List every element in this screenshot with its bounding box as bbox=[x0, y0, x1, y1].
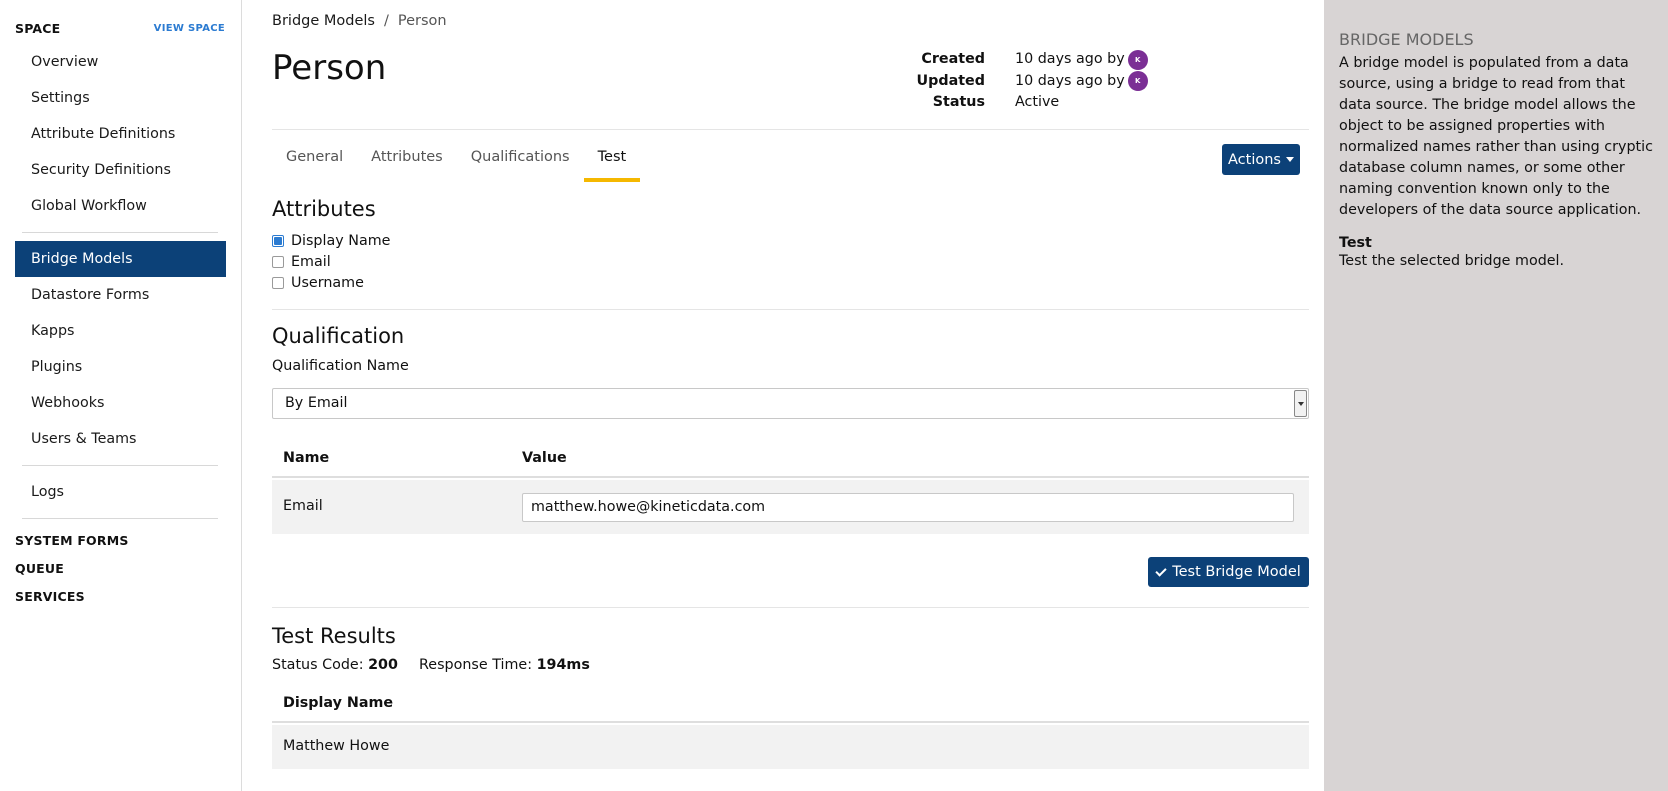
sidebar-section-system-forms[interactable]: SYSTEM FORMS bbox=[0, 527, 241, 555]
test-button-label: Test Bridge Model bbox=[1172, 564, 1301, 580]
sidebar-header: SPACE VIEW SPACE bbox=[0, 14, 241, 42]
sidebar: SPACE VIEW SPACE Overview Settings Attri… bbox=[0, 0, 242, 791]
attributes-heading: Attributes bbox=[272, 197, 376, 221]
checkbox[interactable] bbox=[272, 276, 284, 289]
attribute-option-email[interactable]: Email bbox=[272, 251, 390, 272]
help-title: Bridge Models bbox=[1339, 30, 1474, 49]
qualification-select-value: By Email bbox=[285, 395, 348, 411]
created-value: 10 days ago by K bbox=[1015, 49, 1148, 71]
qualification-name-label: Qualification Name bbox=[272, 358, 409, 374]
sidebar-divider bbox=[22, 518, 218, 519]
email-value-input[interactable]: matthew.howe@kineticdata.com bbox=[522, 493, 1294, 522]
avatar[interactable]: K bbox=[1127, 49, 1148, 70]
result-display-name: Matthew Howe bbox=[283, 738, 390, 754]
help-sub-title: Test bbox=[1339, 235, 1372, 251]
attribute-label: Email bbox=[291, 253, 331, 270]
breadcrumb-separator: / bbox=[383, 13, 389, 29]
status-code-value: 200 bbox=[368, 657, 398, 673]
help-sub-text: Test the selected bridge model. bbox=[1339, 253, 1565, 269]
attribute-option-display-name[interactable]: Display Name bbox=[272, 230, 390, 251]
parameter-name: Email bbox=[283, 498, 323, 514]
response-time-value: 194ms bbox=[536, 657, 590, 673]
test-bridge-model-button[interactable]: Test Bridge Model bbox=[1148, 557, 1309, 587]
tab-attributes[interactable]: Attributes bbox=[357, 140, 457, 182]
breadcrumb-parent-link[interactable]: Bridge Models bbox=[272, 13, 375, 29]
column-header-value: Value bbox=[522, 450, 567, 466]
tab-general[interactable]: General bbox=[272, 140, 357, 182]
sidebar-section-title: SPACE bbox=[15, 20, 61, 36]
check-icon bbox=[1155, 564, 1167, 577]
tab-bar: General Attributes Qualifications Test bbox=[272, 140, 641, 182]
test-results-heading: Test Results bbox=[272, 624, 396, 648]
table-row: Email matthew.howe@kineticdata.com bbox=[272, 480, 1309, 534]
sidebar-section-services[interactable]: SERVICES bbox=[0, 583, 241, 611]
sidebar-item-security-definitions[interactable]: Security Definitions bbox=[15, 152, 226, 188]
column-header-name: Name bbox=[283, 450, 330, 466]
updated-value: 10 days ago by K bbox=[1015, 71, 1148, 93]
sidebar-item-plugins[interactable]: Plugins bbox=[15, 349, 226, 385]
sidebar-item-bridge-models[interactable]: Bridge Models bbox=[15, 241, 226, 277]
qualification-select[interactable]: By Email bbox=[272, 388, 1309, 419]
avatar[interactable]: K bbox=[1127, 71, 1148, 92]
sidebar-item-settings[interactable]: Settings bbox=[15, 80, 226, 116]
help-description: A bridge model is populated from a data … bbox=[1339, 55, 1653, 218]
sidebar-divider bbox=[22, 232, 218, 233]
sidebar-item-datastore-forms[interactable]: Datastore Forms bbox=[15, 277, 226, 313]
checkbox[interactable] bbox=[272, 255, 284, 268]
breadcrumb: Bridge Models / Person bbox=[272, 13, 447, 29]
sidebar-item-logs[interactable]: Logs bbox=[15, 474, 226, 510]
status-label: Status bbox=[932, 94, 985, 110]
column-header-display-name: Display Name bbox=[283, 695, 394, 711]
attributes-checklist: Display Name Email Username bbox=[272, 230, 390, 293]
sidebar-item-global-workflow[interactable]: Global Workflow bbox=[15, 188, 226, 224]
created-label: Created bbox=[921, 51, 985, 67]
help-panel: Bridge Models A bridge model is populate… bbox=[1324, 0, 1668, 791]
sidebar-item-attribute-definitions[interactable]: Attribute Definitions bbox=[15, 116, 226, 152]
qualification-heading: Qualification bbox=[272, 324, 405, 348]
breadcrumb-current: Person bbox=[397, 13, 447, 29]
table-row: Matthew Howe bbox=[272, 725, 1309, 769]
divider bbox=[272, 129, 1309, 130]
divider bbox=[272, 309, 1309, 310]
sidebar-section-queue[interactable]: QUEUE bbox=[0, 555, 241, 583]
record-meta: Created 10 days ago by K Updated 10 days … bbox=[877, 49, 1148, 114]
sidebar-item-users-teams[interactable]: Users & Teams bbox=[15, 421, 226, 457]
dropdown-arrow-icon[interactable] bbox=[1294, 390, 1307, 417]
checkbox-checked[interactable] bbox=[272, 234, 284, 247]
actions-button-label: Actions bbox=[1228, 151, 1281, 168]
sidebar-item-kapps[interactable]: Kapps bbox=[15, 313, 226, 349]
updated-text: 10 days ago by bbox=[1015, 72, 1125, 89]
page-title: Person bbox=[272, 48, 387, 88]
created-text: 10 days ago by bbox=[1015, 51, 1125, 67]
sidebar-item-overview[interactable]: Overview bbox=[15, 44, 226, 80]
attribute-label: Display Name bbox=[291, 232, 391, 249]
actions-button[interactable]: Actions bbox=[1222, 144, 1300, 175]
sidebar-item-webhooks[interactable]: Webhooks bbox=[15, 385, 226, 421]
tab-qualifications[interactable]: Qualifications bbox=[457, 140, 584, 182]
parameters-table-header: Name Value bbox=[272, 438, 1309, 478]
status-value: Active bbox=[1015, 94, 1060, 110]
caret-down-icon bbox=[1285, 157, 1294, 162]
attribute-label: Username bbox=[291, 274, 364, 291]
test-status-line: Status Code: 200 Response Time: 194ms bbox=[272, 657, 590, 673]
divider bbox=[272, 607, 1309, 608]
tab-test[interactable]: Test bbox=[583, 140, 641, 182]
status-code-label: Status Code: bbox=[272, 657, 364, 673]
updated-label: Updated bbox=[916, 72, 986, 89]
view-space-link[interactable]: VIEW SPACE bbox=[154, 23, 225, 34]
sidebar-divider bbox=[22, 465, 218, 466]
attribute-option-username[interactable]: Username bbox=[272, 272, 390, 293]
results-table-header: Display Name bbox=[272, 683, 1309, 723]
response-time-label: Response Time: bbox=[419, 657, 533, 673]
